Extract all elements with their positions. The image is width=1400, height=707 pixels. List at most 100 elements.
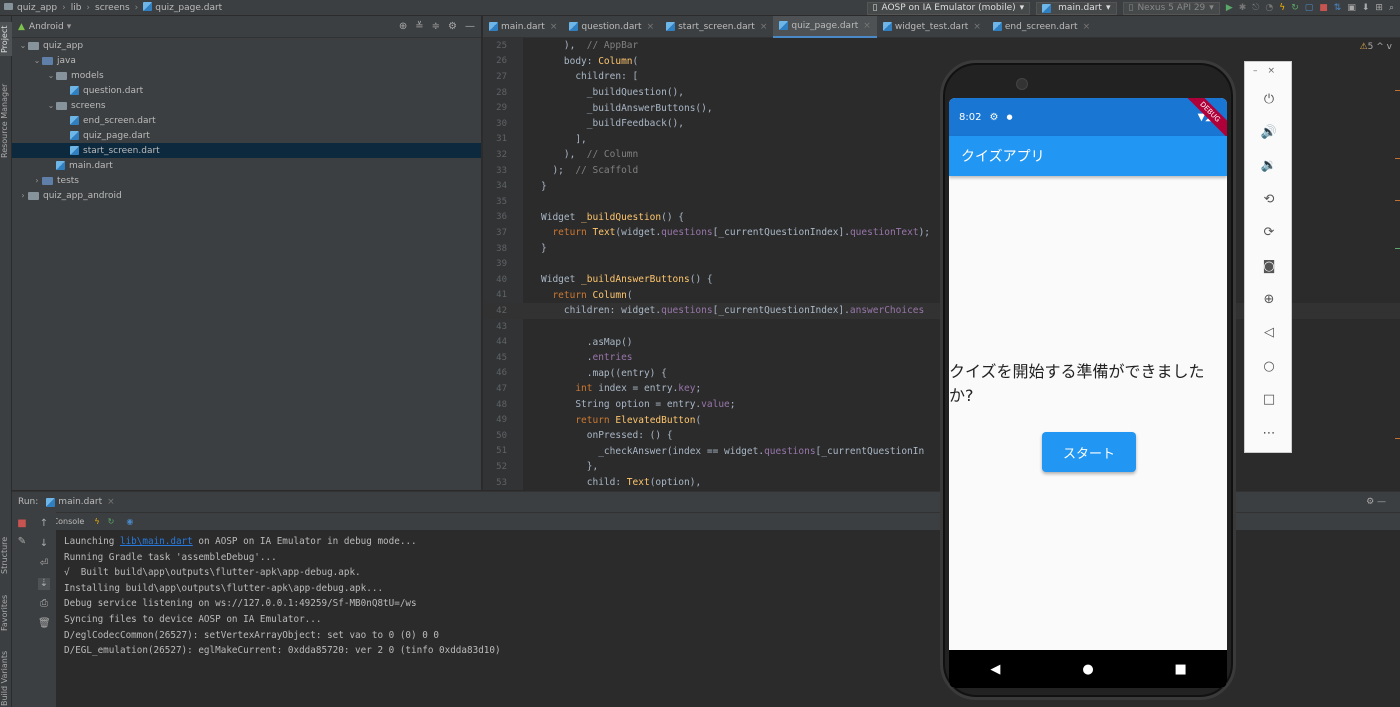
minimize-icon[interactable]: – bbox=[1253, 66, 1268, 76]
tree-item[interactable]: start_screen.dart bbox=[12, 143, 481, 158]
print-icon[interactable]: ⎙ bbox=[38, 598, 50, 610]
breadcrumb-item[interactable]: lib bbox=[71, 3, 82, 13]
run-config-selector[interactable]: main.dart ▾ bbox=[1036, 1, 1117, 15]
console-file-link[interactable]: lib\main.dart bbox=[120, 536, 193, 547]
favorites-tool-tab[interactable]: Favorites bbox=[0, 588, 12, 638]
run-config-tab[interactable]: main.dart × bbox=[46, 497, 115, 507]
layout-inspector-icon[interactable]: ⊞ bbox=[1375, 3, 1383, 13]
arrow-down-icon[interactable]: ↓ bbox=[38, 538, 50, 550]
error-stripe[interactable] bbox=[1393, 38, 1400, 490]
home-icon[interactable]: ○ bbox=[1245, 357, 1293, 377]
attach-debugger-icon[interactable]: ⎋ bbox=[1252, 3, 1259, 13]
hide-panel-icon[interactable]: — bbox=[465, 21, 475, 32]
overview-icon[interactable]: □ bbox=[1245, 390, 1293, 410]
console-output[interactable]: Launching lib\main.dart on AOSP on IA Em… bbox=[64, 534, 501, 659]
tree-item[interactable]: end_screen.dart bbox=[12, 113, 481, 128]
breadcrumb-item[interactable]: quiz_app bbox=[4, 2, 57, 13]
flutter-inspector-icon[interactable]: ▢ bbox=[1305, 3, 1314, 13]
zoom-icon[interactable]: ⊕ bbox=[1245, 290, 1293, 310]
start-button[interactable]: スタート bbox=[1042, 432, 1136, 472]
editor-tab[interactable]: quiz_page.dart × bbox=[773, 15, 877, 38]
home-icon[interactable]: ● bbox=[1073, 662, 1103, 677]
tree-item[interactable]: ⌄ java bbox=[12, 53, 481, 68]
arrow-up-icon[interactable]: ↑ bbox=[38, 518, 50, 530]
tree-item[interactable]: question.dart bbox=[12, 83, 481, 98]
recents-icon[interactable]: ■ bbox=[1166, 662, 1196, 677]
editor-tab[interactable]: widget_test.dart × bbox=[877, 16, 987, 38]
editor-tab[interactable]: main.dart × bbox=[483, 16, 563, 38]
code-line[interactable]: 25 ), // AppBar bbox=[483, 38, 1400, 54]
avd-selector[interactable]: ▯ Nexus 5 API 29 ▾ bbox=[1122, 1, 1220, 15]
hot-restart-icon[interactable]: ↻ bbox=[108, 517, 115, 526]
resource-manager-tool-tab[interactable]: Resource Manager bbox=[0, 78, 12, 164]
tree-item[interactable]: quiz_page.dart bbox=[12, 128, 481, 143]
expand-all-icon[interactable]: ≚ bbox=[415, 21, 423, 32]
chevron-right-icon[interactable]: › bbox=[18, 191, 28, 200]
tree-item[interactable]: ⌄ screens bbox=[12, 98, 481, 113]
close-icon[interactable]: × bbox=[647, 22, 655, 32]
chevron-right-icon[interactable]: › bbox=[32, 176, 42, 185]
device-selector[interactable]: ▯ AOSP on IA Emulator (mobile) ▾ bbox=[866, 1, 1031, 15]
volume-down-icon[interactable]: 🔉 bbox=[1245, 156, 1293, 176]
tree-item[interactable]: › tests bbox=[12, 173, 481, 188]
back-icon[interactable]: ◀ bbox=[980, 662, 1010, 677]
editor-tab[interactable]: end_screen.dart × bbox=[987, 16, 1096, 38]
hot-reload-icon[interactable]: ϟ bbox=[94, 517, 99, 526]
trash-icon[interactable]: 🗑 bbox=[38, 618, 51, 630]
gear-icon[interactable]: ⚙ bbox=[448, 21, 457, 32]
close-icon[interactable]: × bbox=[863, 21, 871, 31]
close-icon[interactable]: × bbox=[973, 22, 981, 32]
stop-icon[interactable]: ■ bbox=[16, 518, 28, 530]
hot-restart-icon[interactable]: ↻ bbox=[1291, 3, 1299, 13]
inspection-widget[interactable]: ⚠5 ^ v bbox=[1360, 42, 1392, 52]
editor-tab[interactable]: question.dart × bbox=[563, 16, 660, 38]
more-icon[interactable]: ⋯ bbox=[1245, 424, 1293, 444]
camera-icon[interactable]: ◙ bbox=[1245, 257, 1293, 277]
chevron-down-icon[interactable]: ⌄ bbox=[46, 101, 56, 110]
collapse-all-icon[interactable]: ≑ bbox=[432, 21, 440, 32]
close-icon[interactable]: × bbox=[1267, 66, 1285, 76]
run-icon[interactable]: ▶ bbox=[1226, 3, 1233, 13]
devtools-icon[interactable]: ◉ bbox=[126, 517, 133, 526]
back-icon[interactable]: ◁ bbox=[1245, 323, 1293, 343]
tree-item[interactable]: ⌄ models bbox=[12, 68, 481, 83]
stop-icon[interactable]: ■ bbox=[1319, 3, 1328, 13]
close-icon[interactable]: × bbox=[760, 22, 768, 32]
pin-icon[interactable]: ✎ bbox=[16, 536, 28, 548]
chevron-down-icon[interactable]: v bbox=[1387, 42, 1392, 52]
project-tool-tab[interactable]: Project bbox=[0, 22, 12, 56]
tree-item[interactable]: ⌄ quiz_app bbox=[12, 38, 481, 53]
hot-reload-icon[interactable]: ϟ bbox=[1279, 3, 1285, 13]
volume-up-icon[interactable]: 🔊 bbox=[1245, 123, 1293, 143]
close-icon[interactable]: × bbox=[1083, 22, 1091, 32]
tree-item[interactable]: › quiz_app_android bbox=[12, 188, 481, 203]
rotate-left-icon[interactable]: ⟲ bbox=[1245, 190, 1293, 210]
tree-item[interactable]: main.dart bbox=[12, 158, 481, 173]
close-icon[interactable]: × bbox=[107, 497, 115, 507]
chevron-down-icon[interactable]: ⌄ bbox=[18, 41, 28, 50]
breadcrumb-item[interactable]: quiz_page.dart bbox=[143, 2, 222, 13]
locate-file-icon[interactable]: ⊕ bbox=[399, 21, 407, 32]
gear-icon[interactable]: ⚙ — bbox=[1366, 497, 1386, 507]
build-variants-tool-tab[interactable]: Build Variants bbox=[0, 648, 12, 707]
power-icon[interactable]: ⏻ bbox=[1245, 90, 1293, 110]
device-screen[interactable]: 8:02 ⚙ ● ▼◢ DEBUG クイズアプリ クイズを開始する準備ができまし… bbox=[949, 98, 1227, 688]
scroll-to-end-icon[interactable]: ⇣ bbox=[38, 578, 50, 590]
sync-icon[interactable]: ⇅ bbox=[1334, 3, 1342, 13]
structure-tool-tab[interactable]: Structure bbox=[0, 530, 12, 580]
project-view-selector[interactable]: Android bbox=[29, 22, 64, 32]
chevron-down-icon[interactable]: ⌄ bbox=[46, 71, 56, 80]
chevron-up-icon[interactable]: ^ bbox=[1376, 42, 1384, 52]
breadcrumb-item[interactable]: screens bbox=[95, 3, 130, 13]
search-icon[interactable]: ⌕ bbox=[1389, 3, 1394, 13]
editor-tab[interactable]: start_screen.dart × bbox=[660, 16, 773, 38]
rotate-right-icon[interactable]: ⟳ bbox=[1245, 223, 1293, 243]
profile-icon[interactable]: ◔ bbox=[1265, 3, 1273, 13]
chevron-down-icon[interactable]: ▾ bbox=[67, 22, 72, 32]
soft-wrap-icon[interactable]: ⏎ bbox=[38, 558, 50, 570]
close-icon[interactable]: × bbox=[550, 22, 558, 32]
chevron-down-icon[interactable]: ⌄ bbox=[32, 56, 42, 65]
avd-manager-icon[interactable]: ▣ bbox=[1347, 3, 1356, 13]
sdk-manager-icon[interactable]: ⬇ bbox=[1362, 3, 1370, 13]
debug-icon[interactable]: ✱ bbox=[1239, 3, 1247, 13]
